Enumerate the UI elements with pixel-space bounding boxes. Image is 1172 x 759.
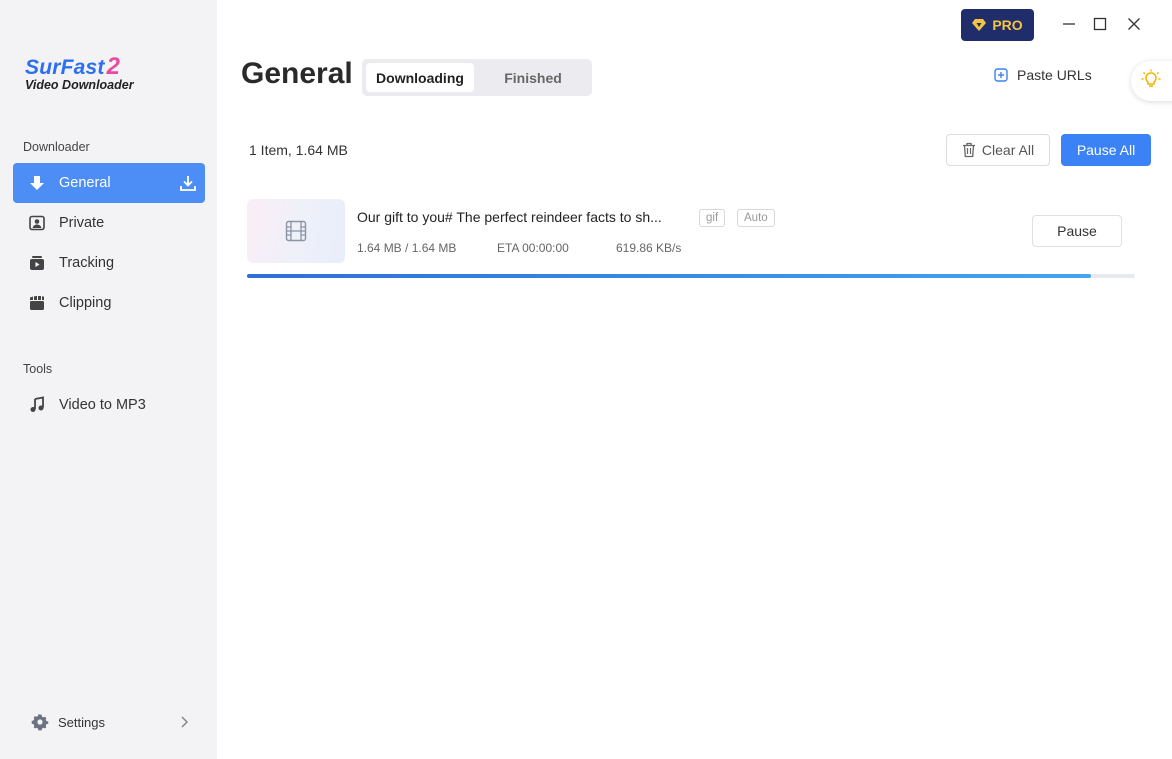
sidebar-item-general[interactable]: General <box>13 163 205 203</box>
clipping-icon <box>27 293 47 313</box>
tab-bar: Downloading Finished <box>362 59 592 96</box>
tips-button[interactable] <box>1131 61 1172 101</box>
sidebar-item-label: Tracking <box>59 255 115 271</box>
sidebar-item-private[interactable]: Private <box>13 203 205 243</box>
main-panel: PRO General Downloading Finished Paste U… <box>217 0 1172 759</box>
settings-button[interactable]: Settings <box>13 702 205 742</box>
sidebar-item-tracking[interactable]: Tracking <box>13 243 205 283</box>
music-note-icon <box>27 395 47 415</box>
private-icon <box>27 213 47 233</box>
minimize-button[interactable] <box>1059 14 1079 34</box>
app-logo: SurFast2 Video Downloader <box>25 53 134 93</box>
sidebar-item-clipping[interactable]: Clipping <box>13 283 205 323</box>
pro-label: PRO <box>992 17 1023 33</box>
section-label-tools: Tools <box>23 362 53 376</box>
progress-bar <box>247 274 1135 278</box>
maximize-button[interactable] <box>1090 14 1110 34</box>
logo-version: 2 <box>106 53 121 80</box>
quality-tag: Auto <box>737 209 775 227</box>
tab-downloading[interactable]: Downloading <box>366 63 474 92</box>
diamond-icon <box>972 19 987 31</box>
paste-urls-label: Paste URLs <box>1017 67 1092 83</box>
progress-fill <box>247 274 1091 278</box>
page-title: General <box>241 57 353 90</box>
chevron-right-icon <box>179 715 189 732</box>
item-summary: 1 Item, 1.64 MB <box>249 142 348 158</box>
download-speed: 619.86 KB/s <box>616 241 682 255</box>
plus-square-icon <box>994 68 1008 82</box>
sidebar-item-video-to-mp3[interactable]: Video to MP3 <box>13 385 205 425</box>
paste-urls-button[interactable]: Paste URLs <box>994 67 1092 83</box>
pause-button[interactable]: Pause <box>1032 215 1122 247</box>
sidebar: SurFast2 Video Downloader Downloader Gen… <box>0 0 217 759</box>
sidebar-item-label: Clipping <box>59 295 112 311</box>
sidebar-item-label: Private <box>59 215 105 231</box>
close-icon <box>1128 18 1140 30</box>
sidebar-item-label: Video to MP3 <box>59 397 146 413</box>
trash-icon <box>962 142 976 158</box>
settings-label: Settings <box>58 714 105 730</box>
minimize-icon <box>1063 23 1075 25</box>
video-thumbnail <box>247 199 345 263</box>
tab-finished[interactable]: Finished <box>478 63 588 92</box>
tracking-icon <box>27 253 47 273</box>
format-tag: gif <box>699 209 726 227</box>
logo-subtitle: Video Downloader <box>25 78 134 92</box>
clear-all-label: Clear All <box>981 142 1035 158</box>
lightbulb-icon <box>1141 69 1161 94</box>
download-title: Our gift to you# The perfect reindeer fa… <box>357 209 662 225</box>
clear-all-button[interactable]: Clear All <box>946 134 1050 166</box>
close-button[interactable] <box>1124 14 1144 34</box>
pause-all-button[interactable]: Pause All <box>1061 134 1151 166</box>
download-arrow-icon <box>27 173 47 193</box>
pro-button[interactable]: PRO <box>961 9 1034 41</box>
film-icon <box>285 220 307 242</box>
download-size: 1.64 MB / 1.64 MB <box>357 241 457 255</box>
section-label-downloader: Downloader <box>23 140 90 154</box>
sidebar-item-label: General <box>59 175 111 191</box>
maximize-icon <box>1093 17 1107 31</box>
gear-icon <box>31 713 49 731</box>
download-eta: ETA 00:00:00 <box>497 241 569 255</box>
download-tray-icon <box>179 174 197 196</box>
